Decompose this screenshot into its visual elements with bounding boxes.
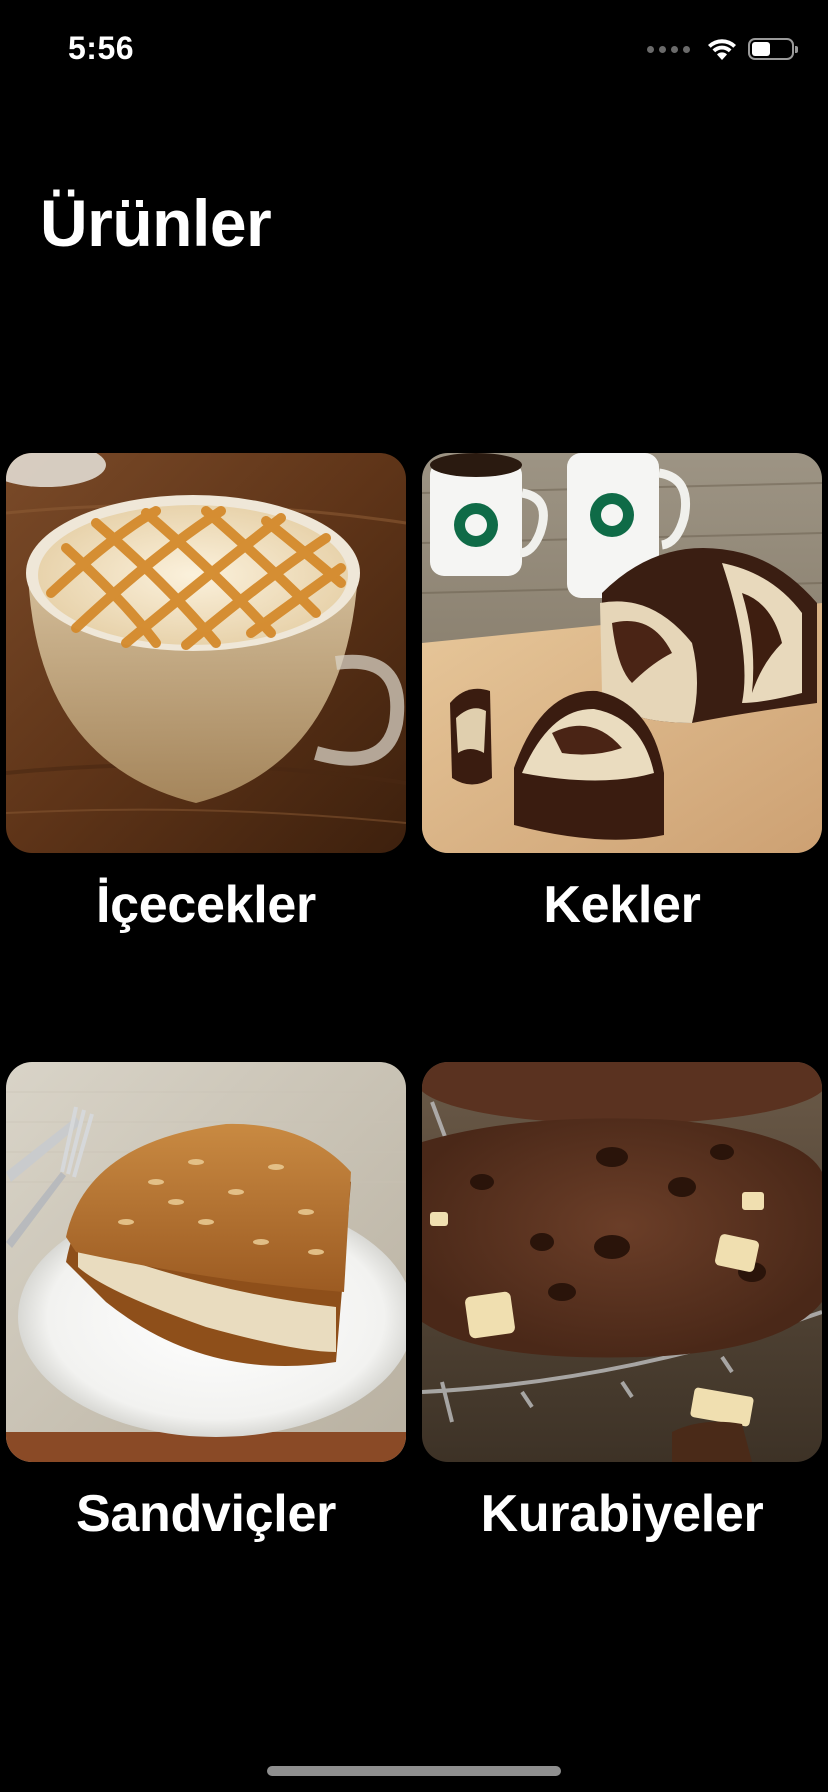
category-label: Sandviçler: [75, 1485, 337, 1543]
category-card-kurabiyeler[interactable]: Kurabiyeler: [422, 1062, 822, 1544]
category-label: İçecekler: [96, 876, 316, 934]
category-card-icecekler[interactable]: İçecekler: [6, 453, 406, 935]
category-card-sandvicler[interactable]: Sandviçler: [6, 1062, 406, 1544]
caramel-macchiato-image: [6, 453, 406, 853]
chocolate-cookie-image: [422, 1062, 822, 1462]
category-grid: İçecekler Kekler Sandviçler Kurabiyeler: [0, 0, 828, 1792]
marble-cake-image: [422, 453, 822, 853]
sandwich-image: [6, 1062, 406, 1462]
home-indicator[interactable]: [267, 1766, 561, 1776]
category-label: Kurabiyeler: [480, 1485, 764, 1543]
category-label: Kekler: [543, 876, 701, 934]
category-card-kekler[interactable]: Kekler: [422, 453, 822, 935]
